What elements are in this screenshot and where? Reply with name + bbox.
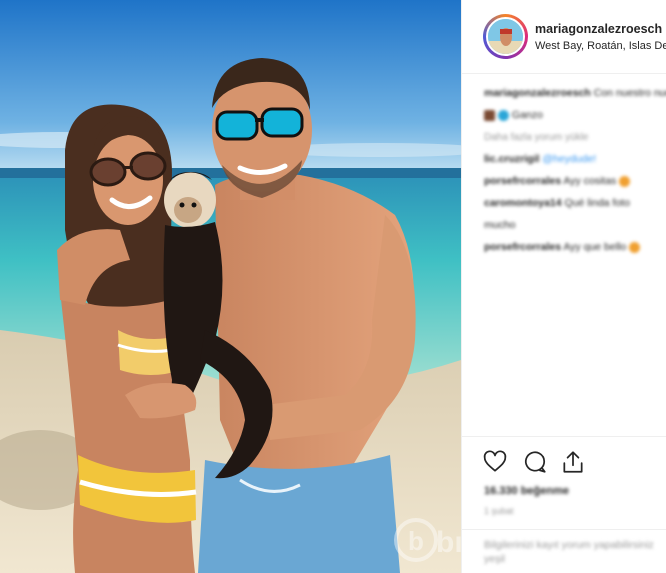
emoji-icon [629, 241, 641, 253]
comment-username[interactable]: caromontoya14 [484, 197, 562, 209]
comment-text: Qué linda foto [564, 197, 630, 209]
comment-text: Con nuestro nuevo amigo [593, 87, 666, 99]
add-comment-box[interactable]: Bilgilerinizi kayıt yorum yapabilirsiniz… [462, 529, 666, 573]
caption-emojis: Ganzo [484, 108, 666, 123]
comment-username[interactable]: lic.cruzrigil [484, 153, 539, 165]
heart-emoji-icon [498, 109, 509, 121]
list-item: porsefrcorrales Ayy que bello [484, 240, 666, 255]
comment-mention[interactable]: @heydude! [542, 153, 596, 165]
post-header: mariagonzalezroesch West Bay, Roatán, Is… [462, 0, 666, 74]
list-item: lic.cruzrigil @heydude! [484, 152, 666, 167]
emoji-icon [619, 175, 631, 187]
watermark-text: bı [436, 526, 461, 559]
beach-photo: b bı [0, 0, 461, 573]
comment-list: mariagonzalezroesch Con nuestro nuevo am… [484, 86, 666, 262]
username-link[interactable]: mariagonzalezroesch [535, 22, 662, 36]
svg-text:b: b [408, 526, 424, 556]
post-sidebar: mariagonzalezroesch West Bay, Roatán, Is… [461, 0, 666, 573]
comment-username[interactable]: mariagonzalezroesch [484, 87, 591, 99]
post-date: 1 şubat [484, 506, 514, 516]
comment-text: Ayy que bello [563, 241, 627, 253]
caption: mariagonzalezroesch Con nuestro nuevo am… [484, 86, 666, 101]
story-ring[interactable] [483, 14, 528, 59]
comment-text: Ayy cositas [563, 175, 617, 187]
list-item: caromontoya14 Qué linda foto [484, 196, 666, 211]
location-link[interactable]: West Bay, Roatán, Islas De la Bahía [535, 40, 666, 52]
comment-text: Ganzo [511, 109, 543, 121]
comment-icon[interactable] [522, 449, 548, 475]
heart-icon[interactable] [482, 449, 508, 475]
likes-count[interactable]: 16.330 beğenme [484, 485, 569, 497]
comment-input[interactable]: Bilgilerinizi kayıt yorum yapabilirsiniz… [484, 538, 666, 566]
share-icon[interactable] [560, 449, 586, 475]
load-more-comments[interactable]: Daha fazla yorum yükle [484, 130, 666, 145]
comment-username[interactable]: porsefrcorrales [484, 241, 561, 253]
list-item-continued: mucho [484, 219, 516, 231]
list-item: porsefrcorrales Ayy cositas [484, 174, 666, 189]
post-actions: 16.330 beğenme 1 şubat Bilgilerinizi kay… [462, 436, 666, 573]
comment-username[interactable]: porsefrcorrales [484, 175, 561, 187]
post-photo[interactable]: b bı [0, 0, 461, 573]
monkey-emoji-icon [484, 109, 495, 121]
avatar[interactable] [486, 17, 525, 56]
